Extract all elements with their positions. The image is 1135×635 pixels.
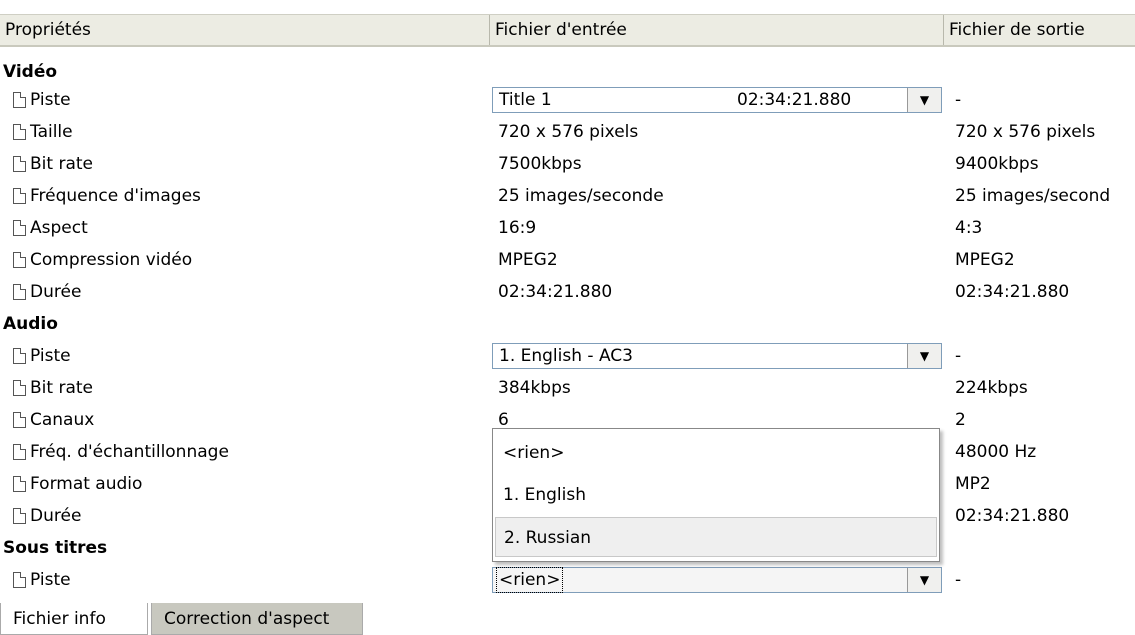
combo-value: Title 1 <box>499 90 552 110</box>
combo-value: 1. English - AC3 <box>499 346 633 366</box>
video-row-track[interactable]: Piste Title 1 02:34:21.880 ▼ - <box>0 84 1135 116</box>
output-value: 02:34:21.880 <box>955 506 1070 526</box>
document-icon <box>13 156 26 172</box>
input-value: 25 images/seconde <box>498 186 664 206</box>
property-label: Aspect <box>30 218 88 238</box>
document-icon <box>13 188 26 204</box>
property-label: Fréq. d'échantillonnage <box>30 442 229 462</box>
group-label-audio: Audio <box>3 314 58 334</box>
property-label: Piste <box>30 346 71 366</box>
property-label: Taille <box>30 122 73 142</box>
dropdown-option-selected[interactable]: 2. Russian <box>495 517 937 557</box>
property-label: Format audio <box>30 474 143 494</box>
property-label: Durée <box>30 506 82 526</box>
input-value: 16:9 <box>498 218 537 238</box>
group-label-subtitles: Sous titres <box>3 538 108 558</box>
column-header-output[interactable]: Fichier de sortie <box>944 15 1135 45</box>
document-icon <box>13 220 26 236</box>
column-header-input[interactable]: Fichier d'entrée <box>490 15 944 45</box>
properties-grid: Propriétés Fichier d'entrée Fichier de s… <box>0 0 1135 603</box>
subtitle-row-track[interactable]: Piste <rien> ▼ - <box>0 564 1135 596</box>
output-value: - <box>955 570 962 590</box>
document-icon <box>13 412 26 428</box>
audio-track-combobox[interactable]: 1. English - AC3 ▼ <box>492 343 942 369</box>
input-value: MPEG2 <box>498 250 558 270</box>
document-icon <box>13 444 26 460</box>
dropdown-arrow-icon[interactable]: ▼ <box>907 88 941 112</box>
property-label: Bit rate <box>30 378 93 398</box>
output-value: 2 <box>955 410 966 430</box>
dropdown-option[interactable]: <rien> <box>495 433 937 473</box>
dropdown-option[interactable]: 1. English <box>495 475 937 515</box>
document-icon <box>13 572 26 588</box>
document-icon <box>13 284 26 300</box>
combo-duration: 02:34:21.880 <box>737 90 852 110</box>
document-icon <box>13 348 26 364</box>
input-value: 384kbps <box>498 378 571 398</box>
input-value: 02:34:21.880 <box>498 282 613 302</box>
output-value: 48000 Hz <box>955 442 1037 462</box>
document-icon <box>13 124 26 140</box>
document-icon <box>13 508 26 524</box>
dropdown-arrow-icon[interactable]: ▼ <box>907 568 941 592</box>
output-value: 02:34:21.880 <box>955 282 1070 302</box>
output-value: 9400kbps <box>955 154 1039 174</box>
video-track-combobox[interactable]: Title 1 02:34:21.880 ▼ <box>492 87 942 113</box>
property-label: Piste <box>30 570 71 590</box>
video-row-compression: Compression vidéo MPEG2 MPEG2 <box>0 244 1135 276</box>
subtitle-track-combobox[interactable]: <rien> ▼ <box>492 567 942 593</box>
output-value: MPEG2 <box>955 250 1015 270</box>
video-row-framerate: Fréquence d'images 25 images/seconde 25 … <box>0 180 1135 212</box>
property-label: Fréquence d'images <box>30 186 201 206</box>
property-label: Bit rate <box>30 154 93 174</box>
column-header-properties[interactable]: Propriétés <box>0 15 490 45</box>
tab-aspect-correction[interactable]: Correction d'aspect <box>151 603 363 635</box>
tab-file-info[interactable]: Fichier info <box>0 603 148 635</box>
output-value: MP2 <box>955 474 991 494</box>
bottom-tabs: Fichier info Correction d'aspect <box>0 603 1135 635</box>
output-value: 224kbps <box>955 378 1028 398</box>
group-row-audio: Audio <box>0 308 1135 340</box>
document-icon <box>13 476 26 492</box>
input-value: 7500kbps <box>498 154 582 174</box>
document-icon <box>13 92 26 108</box>
output-value: - <box>955 346 962 366</box>
output-value: 4:3 <box>955 218 983 238</box>
property-label: Durée <box>30 282 82 302</box>
video-row-duration: Durée 02:34:21.880 02:34:21.880 <box>0 276 1135 308</box>
output-value: 720 x 576 pixels <box>955 122 1096 142</box>
combo-value: <rien> <box>495 567 564 593</box>
subtitle-dropdown-list[interactable]: <rien> 1. English 2. Russian <box>492 428 940 562</box>
grid-header: Propriétés Fichier d'entrée Fichier de s… <box>0 14 1135 47</box>
property-label: Piste <box>30 90 71 110</box>
output-value: - <box>955 90 962 110</box>
document-icon <box>13 252 26 268</box>
property-label: Compression vidéo <box>30 250 193 270</box>
input-value: 720 x 576 pixels <box>498 122 639 142</box>
property-label: Canaux <box>30 410 95 430</box>
audio-row-track[interactable]: Piste 1. English - AC3 ▼ - <box>0 340 1135 372</box>
video-row-size: Taille 720 x 576 pixels 720 x 576 pixels <box>0 116 1135 148</box>
output-value: 25 images/second <box>955 186 1111 206</box>
video-row-aspect: Aspect 16:9 4:3 <box>0 212 1135 244</box>
audio-row-bitrate: Bit rate 384kbps 224kbps <box>0 372 1135 404</box>
video-row-bitrate: Bit rate 7500kbps 9400kbps <box>0 148 1135 180</box>
dropdown-arrow-icon[interactable]: ▼ <box>907 344 941 368</box>
document-icon <box>13 380 26 396</box>
